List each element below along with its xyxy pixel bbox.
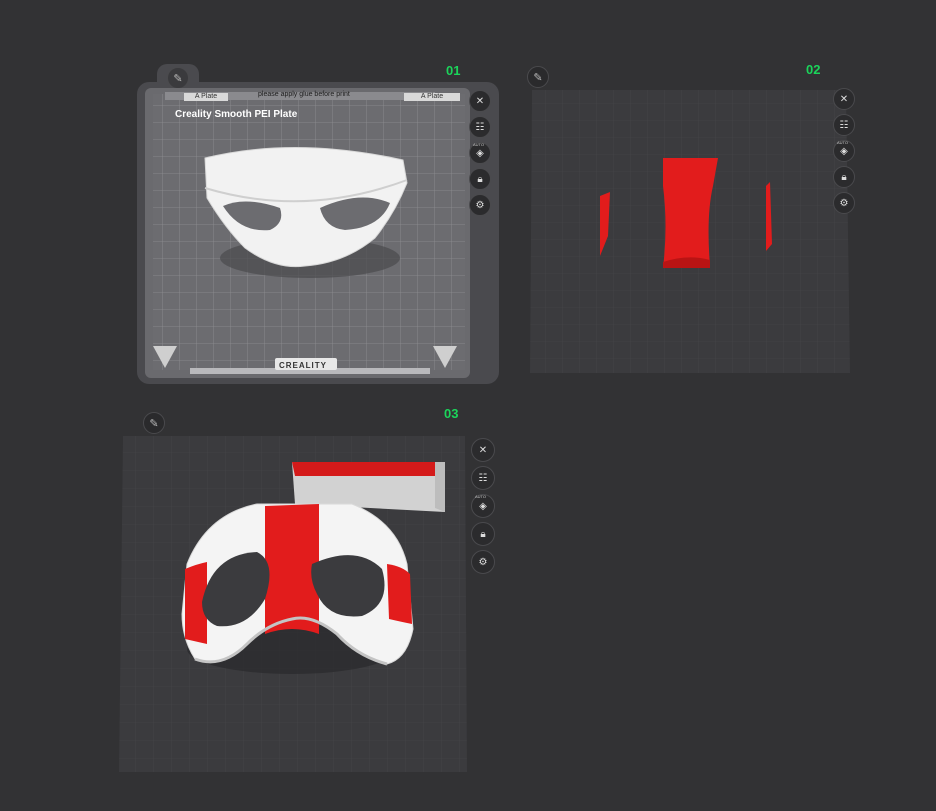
close-icon: ✕ bbox=[475, 95, 485, 107]
plate-02-edit-button[interactable]: ✎ bbox=[527, 66, 549, 88]
red-cross-vertical bbox=[265, 504, 319, 634]
plate-03-auto-orient-button[interactable]: AUTO ◈ bbox=[471, 494, 495, 518]
plate-03-lock-button[interactable]: 🔒︎ bbox=[471, 522, 495, 546]
auto-label: AUTO bbox=[473, 142, 485, 147]
auto-label: AUTO bbox=[475, 494, 487, 499]
close-icon: ✕ bbox=[839, 93, 849, 105]
plate-02-toolbar: ✕ ☷ AUTO ◈ 🔒︎ ⚙ bbox=[831, 88, 857, 214]
plate-01-settings-button[interactable]: ⚙ bbox=[469, 194, 491, 216]
plate-03-number: 03 bbox=[444, 406, 459, 421]
plate-01-toolbar: ✕ ☷ AUTO ◈ 🔒︎ ⚙ bbox=[467, 90, 493, 216]
red-cross-right bbox=[387, 564, 412, 624]
plate-01-notice: please apply glue before print bbox=[258, 91, 350, 98]
arrange-icon: ☷ bbox=[475, 121, 485, 133]
plate-03-settings-button[interactable]: ⚙ bbox=[471, 550, 495, 574]
plate-03-bed[interactable] bbox=[117, 434, 469, 774]
auto-orient-icon: ◈ bbox=[840, 145, 848, 157]
plate-01-number: 01 bbox=[446, 63, 461, 78]
plate-02-number: 02 bbox=[806, 62, 821, 77]
auto-label: AUTO bbox=[837, 140, 849, 145]
plate-01-bed-name: Creality Smooth PEI Plate bbox=[175, 109, 298, 120]
plate-03-close-button[interactable]: ✕ bbox=[471, 438, 495, 462]
gear-icon: ⚙ bbox=[839, 197, 849, 209]
pencil-icon: ✎ bbox=[173, 72, 183, 85]
plate-02-arrange-button[interactable]: ☷ bbox=[833, 114, 855, 136]
plate-01-left-tag: A Plate bbox=[184, 93, 228, 101]
gear-icon: ⚙ bbox=[478, 556, 488, 568]
close-icon: ✕ bbox=[478, 444, 488, 456]
plate-01-lock-button[interactable]: 🔒︎ bbox=[469, 168, 491, 190]
arrange-icon: ☷ bbox=[839, 119, 849, 131]
plate-02-bed[interactable] bbox=[528, 86, 853, 376]
plate-01-brand: CREALITY bbox=[279, 361, 327, 370]
auto-orient-icon: ◈ bbox=[479, 500, 487, 512]
plate-01-arrange-button[interactable]: ☷ bbox=[469, 116, 491, 138]
arrange-icon: ☷ bbox=[478, 472, 488, 484]
plate-03-arrange-button[interactable]: ☷ bbox=[471, 466, 495, 490]
plate-02-settings-button[interactable]: ⚙ bbox=[833, 192, 855, 214]
plate-02-lock-button[interactable]: 🔒︎ bbox=[833, 166, 855, 188]
plate-01-bed[interactable] bbox=[145, 88, 470, 378]
lock-icon: 🔒︎ bbox=[841, 171, 847, 183]
gear-icon: ⚙ bbox=[475, 199, 485, 211]
plate-03-toolbar: ✕ ☷ AUTO ◈ 🔒︎ ⚙ bbox=[470, 438, 496, 574]
lock-icon: 🔒︎ bbox=[480, 528, 486, 540]
plate-01-right-tag: A Plate bbox=[404, 93, 460, 101]
plate-02-auto-orient-button[interactable]: AUTO ◈ bbox=[833, 140, 855, 162]
plate-01-close-button[interactable]: ✕ bbox=[469, 90, 491, 112]
pencil-icon: ✎ bbox=[533, 71, 543, 84]
pencil-icon: ✎ bbox=[149, 417, 159, 430]
plate-03-edit-button[interactable]: ✎ bbox=[143, 412, 165, 434]
lock-icon: 🔒︎ bbox=[477, 173, 483, 185]
auto-orient-icon: ◈ bbox=[476, 147, 484, 159]
plate-01-auto-orient-button[interactable]: AUTO ◈ bbox=[469, 142, 491, 164]
plate-01-edit-button[interactable]: ✎ bbox=[167, 67, 189, 89]
plate-02-close-button[interactable]: ✕ bbox=[833, 88, 855, 110]
